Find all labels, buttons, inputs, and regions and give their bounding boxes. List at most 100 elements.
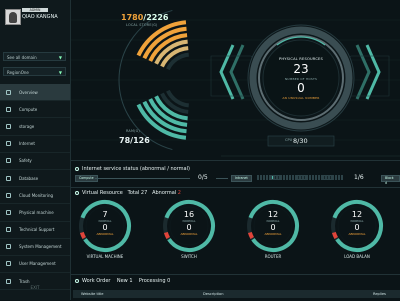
- support-icon: [6, 227, 11, 233]
- abnormal-label: ABNORMAL: [96, 232, 114, 236]
- sidebar-item-label: System Management: [19, 244, 62, 250]
- sidebar-item-label: Trash: [19, 278, 30, 284]
- sidebar-item[interactable]: User Management: [0, 256, 70, 274]
- username: QIAO KANGNA: [22, 14, 58, 20]
- intranet-button[interactable]: Intranet: [231, 175, 252, 182]
- normal-count: 12: [351, 210, 363, 219]
- abnormal-count: 0: [102, 223, 108, 232]
- storage-count: 1780/2226: [121, 13, 168, 22]
- storage-total: 2226: [146, 13, 169, 22]
- column-header[interactable]: Replies: [373, 290, 386, 298]
- service-progress-bar: [257, 175, 344, 182]
- sidebar-item-label: Physical machine: [19, 209, 54, 215]
- server-icon: [6, 209, 11, 215]
- chevron-down-icon: ▼: [58, 70, 62, 75]
- sidebar-item-label: Overview: [19, 89, 38, 95]
- user-panel: ADMIN QIAO KANGNA: [2, 2, 68, 44]
- virtual-resource-card[interactable]: 7 NORMAL 0 ABNORMAL VIRTUAL MACHINE: [75, 198, 135, 268]
- processing-count: 0: [167, 278, 171, 284]
- dashboard-icon: [6, 89, 11, 95]
- section-dot-icon: [75, 191, 79, 195]
- abnormal-label: ABNORMAL: [180, 232, 198, 236]
- compute-icon: [6, 106, 11, 112]
- role-badge: ADMIN: [22, 8, 48, 12]
- region-select-label: RegionOne: [7, 70, 29, 75]
- physical-title: PHYSICAL RESOURCES: [278, 57, 323, 61]
- processing-label: Processing: [138, 278, 166, 284]
- gear-icon: [6, 244, 11, 250]
- abnormal-count: 0: [186, 223, 192, 232]
- sidebar: ADMIN QIAO KANGNA See all domain ▼ Regio…: [0, 0, 71, 300]
- storage-label: LOCAL STORE(G): [126, 23, 158, 27]
- sidebar-item-label: Safety: [19, 158, 32, 164]
- region-select[interactable]: RegionOne ▼: [3, 67, 66, 76]
- network-icon: [6, 141, 11, 147]
- trash-icon: [6, 278, 11, 284]
- sidebar-item[interactable]: Compute: [0, 101, 70, 119]
- abnormal-count: 0: [354, 223, 360, 232]
- exit-button[interactable]: EXIT: [0, 285, 70, 290]
- sidebar-item-label: Cloud Monitoring: [19, 192, 54, 198]
- resource-label: SWITCH: [181, 254, 197, 259]
- sidebar-item-label: User Management: [19, 261, 56, 267]
- intranet-value: 1/6: [354, 174, 364, 181]
- new-count: 1: [129, 278, 133, 284]
- unusual-label: AN UNUSUAL NUMBER: [282, 96, 320, 100]
- block-button[interactable]: Block d: [381, 175, 400, 185]
- database-icon: [6, 175, 11, 181]
- sidebar-item[interactable]: Database: [0, 170, 70, 188]
- internet-title: Internet service status (abnormal / norm…: [82, 166, 190, 172]
- ram-label: RAM(G): [126, 129, 140, 133]
- storage-used: 1780: [121, 13, 144, 22]
- sidebar-item[interactable]: Physical machine: [0, 204, 70, 222]
- arrow-right-2: [355, 44, 371, 100]
- divider-line: [216, 177, 228, 179]
- storage-icon: [6, 123, 11, 129]
- domain-select[interactable]: See all domain ▼: [3, 52, 66, 61]
- column-header[interactable]: Description: [203, 290, 223, 298]
- virtual-resource-card[interactable]: 12 NORMAL 0 ABNORMAL LOAD BALAN: [327, 198, 387, 268]
- resource-overview: 1780/2226 LOCAL STORE(G) RAM(G) 78/126 P…: [71, 0, 400, 160]
- sidebar-item[interactable]: Safety: [0, 153, 70, 170]
- virtual-resource-section: Virtual Resource Total 27 Abnormal 2 7 NO…: [71, 187, 400, 274]
- normal-count: 16: [183, 210, 195, 219]
- compute-value: 0/5: [198, 174, 208, 181]
- abnormal-label: ABNORMAL: [264, 232, 282, 236]
- section-dot-icon: [75, 279, 79, 283]
- cpu-label: CPU: [285, 138, 293, 142]
- chevron-down-icon: ▼: [58, 55, 62, 60]
- sidebar-item[interactable]: Technical Support: [0, 222, 70, 239]
- sidebar-nav: Overview Compute storage Internet Safety Data…: [0, 84, 70, 291]
- sidebar-item[interactable]: Overview: [0, 84, 70, 102]
- abnormal-label: ABNORMAL: [348, 232, 366, 236]
- ram-used: 78: [119, 136, 131, 145]
- column-header[interactable]: Website title: [81, 290, 104, 298]
- sidebar-item[interactable]: Internet: [0, 136, 70, 153]
- unusual-count: 0: [297, 81, 305, 95]
- work-order-table-header: Website title Description Replies: [73, 290, 400, 298]
- work-order-title: Work Order: [82, 278, 111, 284]
- compute-button[interactable]: Compute: [75, 175, 98, 182]
- sidebar-item[interactable]: System Management: [0, 239, 70, 256]
- internet-status-section: Internet service status (abnormal / norm…: [71, 160, 400, 187]
- work-order-header: Work Order New 1 Processing 0: [82, 278, 170, 284]
- arrow-left-2: [229, 44, 245, 100]
- resource-label: LOAD BALAN: [344, 254, 370, 259]
- ram-total: 126: [133, 136, 150, 145]
- virtual-resource-card[interactable]: 12 NORMAL 0 ABNORMAL ROUTER: [243, 198, 303, 268]
- sidebar-item-label: Database: [19, 175, 39, 181]
- normal-count: 12: [267, 210, 279, 219]
- hosts-count: 23: [293, 62, 309, 76]
- sidebar-item[interactable]: Cloud Monitoring: [0, 187, 70, 205]
- cpu-count: 8/30: [293, 136, 308, 145]
- shield-icon: [6, 158, 11, 164]
- avatar[interactable]: [5, 9, 21, 25]
- resource-label: ROUTER: [264, 254, 282, 259]
- new-label: New: [116, 278, 128, 284]
- cpu-total: 30: [299, 136, 308, 145]
- progress-segment: [340, 175, 344, 180]
- domain-select-label: See all domain: [7, 55, 37, 60]
- resource-label: VIRTUAL MACHINE: [86, 254, 124, 259]
- sidebar-item[interactable]: storage: [0, 118, 70, 136]
- virtual-resource-card[interactable]: 16 NORMAL 0 ABNORMAL SWITCH: [159, 198, 219, 268]
